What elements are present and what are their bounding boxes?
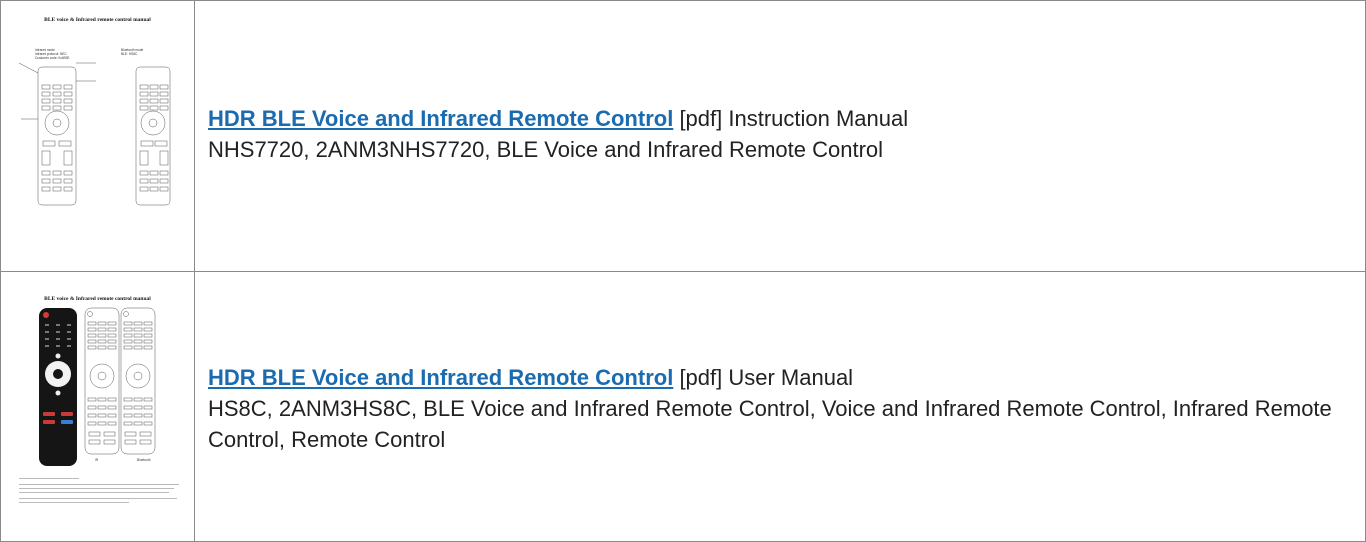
manual-thumbnail[interactable]: BLE voice & Infrared remote control manu… — [1, 1, 195, 271]
manual-link[interactable]: HDR BLE Voice and Infrared Remote Contro… — [208, 106, 673, 131]
manual-description: HDR BLE Voice and Infrared Remote Contro… — [208, 103, 1338, 165]
manual-thumbnail[interactable]: BLE voice & Infrared remote control manu… — [1, 272, 195, 541]
manual-type: [pdf] Instruction Manual — [679, 106, 909, 131]
manual-description: HDR BLE Voice and Infrared Remote Contro… — [208, 362, 1338, 455]
table-row: BLE voice & Infrared remote control manu… — [1, 1, 1365, 272]
manual-type: [pdf] User Manual — [679, 365, 854, 390]
remote-photo-illustration — [19, 307, 179, 503]
manual-link[interactable]: HDR BLE Voice and Infrared Remote Contro… — [208, 365, 673, 390]
manual-table: BLE voice & Infrared remote control manu… — [0, 0, 1366, 542]
manual-description-cell: HDR BLE Voice and Infrared Remote Contro… — [195, 272, 1365, 541]
manual-models: HS8C, 2ANM3HS8C, BLE Voice and Infrared … — [208, 396, 1332, 452]
remote-diagram-illustration — [18, 62, 171, 206]
manual-description-cell: HDR BLE Voice and Infrared Remote Contro… — [195, 1, 1365, 271]
manual-models: NHS7720, 2ANM3NHS7720, BLE Voice and Inf… — [208, 137, 884, 162]
table-row: BLE voice & Infrared remote control manu… — [1, 272, 1365, 541]
